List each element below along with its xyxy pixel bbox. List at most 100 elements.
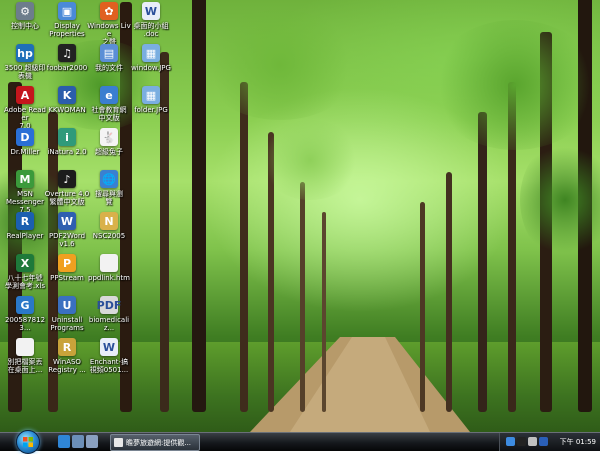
switch-windows-icon[interactable] — [86, 435, 98, 448]
display-properties-icon: ▣ — [58, 2, 76, 20]
adobe-reader-icon: A — [16, 86, 34, 104]
taskbar-window-label: 瞻夢旅遊網:提供觀... — [126, 438, 192, 447]
desktop-icon-label: 控制中心 — [11, 22, 39, 30]
desktop-icon[interactable]: R WinASO Registry ... — [44, 338, 90, 374]
text-file-icon — [16, 338, 34, 356]
desktop-icon[interactable]: i iNatura 2.0 — [44, 128, 90, 156]
desktop-icon[interactable]: 🌐 搜尋與瀏 覽 — [86, 170, 132, 206]
ppstream-icon: P — [58, 254, 76, 272]
tree-canopy — [520, 140, 600, 260]
tree-trunk — [240, 82, 248, 412]
desktop-icon[interactable]: 別把檔案丟 在桌面上... — [2, 338, 48, 374]
tree-canopy — [200, 10, 360, 120]
desktop-icon-label: NSC2005 — [92, 232, 126, 240]
desktop-icon[interactable]: X 八十七年號 學測會考.xls — [2, 254, 48, 290]
desktop-icon[interactable]: ⚙ 控制中心 — [2, 2, 48, 30]
desktop-icon-label: folder.JPG — [134, 106, 168, 114]
taskbar-window-button[interactable]: 瞻夢旅遊網:提供觀... — [110, 434, 200, 451]
qq-tray-icon[interactable] — [517, 437, 526, 446]
desktop-icon-label: biomedicaliz... — [88, 316, 130, 332]
uninstall-icon: U — [58, 296, 76, 314]
word-document-icon: W — [142, 2, 160, 20]
speaker-tray-icon[interactable] — [528, 437, 537, 446]
browser-icon: e — [100, 86, 118, 104]
clock[interactable]: 下午 01:59 — [560, 437, 596, 447]
desktop-icon[interactable]: e 社會教育網 中文版 — [86, 86, 132, 122]
html-file-icon — [100, 254, 118, 272]
desktop-icon[interactable]: U Uninstall Programs — [44, 296, 90, 332]
window-app-icon — [114, 438, 123, 447]
msn-messenger-icon: M — [16, 170, 34, 188]
desktop-icon[interactable]: W Enchant-搞 視頻0501... — [86, 338, 132, 374]
tree-trunk — [300, 182, 305, 412]
desktop-icon-label: PDF2Word v1.6 — [48, 232, 86, 248]
ie-quicklaunch-icon[interactable] — [58, 435, 70, 448]
desktop-icon-label: Enchant-搞 視頻0501... — [89, 358, 129, 374]
taskbar: 瞻夢旅遊網:提供觀... 下午 01:59 — [0, 430, 600, 454]
desktop-icon[interactable]: ppdlink.htm — [86, 254, 132, 282]
desktop-icon-label: Display Properties — [49, 22, 85, 38]
desktop-quicklaunch-icon[interactable] — [72, 435, 84, 448]
desktop-icon[interactable]: ▤ 我的文件 — [86, 44, 132, 72]
desktop-icon[interactable]: PDF biomedicaliz... — [86, 296, 132, 332]
desktop-icon[interactable]: ✿ Windows Live 之聲 — [86, 2, 132, 46]
control-center-icon: ⚙ — [16, 2, 34, 20]
desktop-icon[interactable]: ▦ window.JPG — [128, 44, 174, 72]
excel-file-icon: X — [16, 254, 34, 272]
desktop-icon-label: 桌面的小組 .doc — [133, 22, 169, 38]
security-tray-icon[interactable] — [539, 437, 548, 446]
desktop-icon-label: window.JPG — [131, 64, 171, 72]
desktop-icon[interactable]: hp 3500 超級印 表機 — [2, 44, 48, 80]
desktop-icon-label: 搜尋與瀏 覽 — [95, 190, 123, 206]
search-browse-icon: 🌐 — [100, 170, 118, 188]
tree-trunk — [322, 212, 326, 412]
kkwoman-icon: K — [58, 86, 76, 104]
desktop-icon[interactable]: 🐇 超級兔子 — [86, 128, 132, 156]
desktop-icon-label: KKWOMAN — [48, 106, 86, 114]
desktop-icon-label: WinASO Registry ... — [48, 358, 86, 374]
system-tray: 下午 01:59 — [499, 433, 600, 451]
network-tray-icon[interactable] — [506, 437, 515, 446]
desktop-icon[interactable]: G 2005878123... — [2, 296, 48, 332]
dr-miller-icon: D — [16, 128, 34, 146]
desktop-icon-label: RealPlayer — [6, 232, 44, 240]
desktop-icon-label: Uninstall Programs — [50, 316, 84, 332]
desktop-icon-label: 2005878123... — [4, 316, 46, 332]
my-documents-icon: ▤ — [100, 44, 118, 62]
image-file-icon: G — [16, 296, 34, 314]
desktop-icon[interactable]: M MSN Messenger 7.5 — [2, 170, 48, 214]
start-button[interactable] — [16, 430, 40, 454]
desktop-icon[interactable]: A Adobe Reader 7.0 — [2, 86, 48, 130]
desktop-icon[interactable]: ♫ foobar2000 — [44, 44, 90, 72]
desktop-icon[interactable]: W 桌面的小組 .doc — [128, 2, 174, 38]
desktop-icon[interactable]: N NSC2005 — [86, 212, 132, 240]
desktop-icon[interactable]: R RealPlayer — [2, 212, 48, 240]
desktop-icon-label: 別把檔案丟 在桌面上... — [7, 358, 43, 374]
desktop-icon-label: Dr.Miller — [10, 148, 40, 156]
desktop-icon[interactable]: K KKWOMAN — [44, 86, 90, 114]
desktop-icon[interactable]: P PPStream — [44, 254, 90, 282]
nsc2005-icon: N — [100, 212, 118, 230]
desktop-icon[interactable]: ▣ Display Properties — [44, 2, 90, 38]
pdf-file-icon: PDF — [97, 296, 121, 314]
jpg-image-icon: ▦ — [142, 44, 160, 62]
desktop-icon[interactable]: D Dr.Miller — [2, 128, 48, 156]
tree-trunk — [478, 112, 487, 412]
realplayer-icon: R — [16, 212, 34, 230]
pdf2word-icon: W — [58, 212, 76, 230]
printer-hp-icon: hp — [16, 44, 34, 62]
desktop-icon-label: 我的文件 — [95, 64, 123, 72]
desktop-icon[interactable]: ♪ Overture 4.0 繁體中文版 — [44, 170, 90, 206]
desktop-icon-label: ppdlink.htm — [88, 274, 130, 282]
folder-jpg-icon: ▦ — [142, 86, 160, 104]
winaso-icon: R — [58, 338, 76, 356]
desktop-icon-label: 社會教育網 中文版 — [91, 106, 127, 122]
desktop-icon[interactable]: ▦ folder.JPG — [128, 86, 174, 114]
foobar2000-icon: ♫ — [58, 44, 76, 62]
desktop-icon[interactable]: W PDF2Word v1.6 — [44, 212, 90, 248]
desktop-icon-label: 八十七年號 學測會考.xls — [5, 274, 45, 290]
tree-canopy — [430, 20, 600, 150]
desktop-icon-label: Adobe Reader 7.0 — [4, 106, 46, 130]
desktop-icon-label: PPStream — [50, 274, 84, 282]
inatura-icon: i — [58, 128, 76, 146]
